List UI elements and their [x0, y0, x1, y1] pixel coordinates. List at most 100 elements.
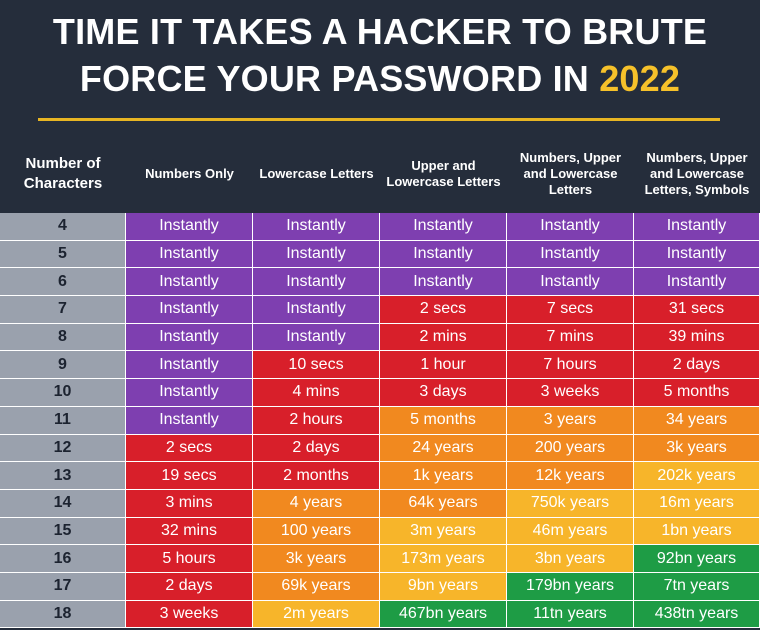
time-cell: Instantly	[634, 213, 760, 241]
title-year: 2022	[599, 58, 681, 99]
table-row: 15 32 mins 100 years 3m years 46m years 1bn y…	[0, 517, 760, 546]
time-cell: 64k years	[380, 489, 507, 518]
time-cell: 9bn years	[380, 572, 507, 601]
time-cell: 16m years	[634, 489, 760, 518]
time-cell: Instantly	[634, 268, 760, 297]
time-cell: 3 years	[507, 406, 634, 435]
table-row: 18 3 weeks 2m years 467bn years 11tn years 43…	[0, 600, 760, 629]
time-cell: 2 days	[253, 434, 380, 463]
time-cell: 4 years	[253, 489, 380, 518]
time-cell: Instantly	[253, 240, 380, 269]
title-divider	[38, 118, 720, 121]
character-count-cell: 13	[0, 462, 126, 490]
time-cell: 1bn years	[634, 517, 760, 546]
time-cell: 5 months	[380, 406, 507, 435]
header-lowercase-letters: Lowercase Letters	[259, 166, 374, 181]
table-row: 5 Instantly Instantly Instantly Instantly Ins…	[0, 240, 760, 269]
time-cell: 10 secs	[253, 351, 380, 380]
time-cell: 2 days	[634, 351, 760, 380]
time-cell: 46m years	[507, 517, 634, 546]
character-count-cell: 5	[0, 240, 126, 269]
page-title-line-1: TIME IT TAKES A HACKER TO BRUTE	[52, 11, 708, 52]
header-numbers-only: Numbers Only	[145, 166, 234, 181]
table-row: 6 Instantly Instantly Instantly Instantly Ins…	[0, 268, 760, 297]
time-cell: 2 months	[253, 462, 380, 490]
character-count-cell: 6	[0, 268, 126, 297]
character-count-cell: 18	[0, 600, 126, 629]
time-cell: Instantly	[380, 268, 507, 297]
time-cell: 2m years	[253, 600, 380, 629]
time-cell: 12k years	[507, 462, 634, 490]
header-numbers-upper-lowercase: Numbers, Upper and Lowercase Letters	[519, 150, 622, 197]
time-cell: Instantly	[507, 240, 634, 269]
character-count-cell: 8	[0, 323, 126, 352]
time-cell: 5 months	[634, 379, 760, 407]
time-cell: Instantly	[126, 323, 253, 352]
time-cell: 467bn years	[380, 600, 507, 629]
time-cell: Instantly	[126, 240, 253, 269]
time-cell: Instantly	[126, 268, 253, 297]
time-cell: 34 years	[634, 406, 760, 435]
time-cell: Instantly	[253, 296, 380, 324]
time-cell: Instantly	[126, 351, 253, 380]
time-cell: Instantly	[253, 213, 380, 241]
character-count-cell: 17	[0, 572, 126, 601]
time-cell: 1k years	[380, 462, 507, 490]
table-row: 4 Instantly Instantly Instantly Instantly Ins…	[0, 213, 760, 241]
time-cell: 3 mins	[126, 489, 253, 518]
time-cell: Instantly	[634, 240, 760, 269]
time-cell: Instantly	[253, 323, 380, 352]
character-count-cell: 15	[0, 517, 126, 546]
time-cell: 4 mins	[253, 379, 380, 407]
time-cell: Instantly	[126, 379, 253, 407]
brute-force-table: 4 Instantly Instantly Instantly Instantly Ins…	[0, 213, 760, 629]
time-cell: 100 years	[253, 517, 380, 546]
time-cell: 24 years	[380, 434, 507, 463]
time-cell: 11tn years	[507, 600, 634, 629]
table-header: Number of Characters Numbers Only Lowerc…	[0, 138, 760, 210]
character-count-cell: 9	[0, 351, 126, 380]
table-row: 11 Instantly 2 hours 5 months 3 years 34 year…	[0, 406, 760, 435]
time-cell: 3m years	[380, 517, 507, 546]
time-cell: 2 secs	[126, 434, 253, 463]
time-cell: Instantly	[507, 213, 634, 241]
header-numbers-upper-lowercase-symbols: Numbers, Upper and Lowercase Letters, Sy…	[644, 150, 750, 197]
time-cell: Instantly	[507, 268, 634, 297]
time-cell: 2 days	[126, 572, 253, 601]
character-count-cell: 11	[0, 406, 126, 435]
time-cell: 7 secs	[507, 296, 634, 324]
table-row: 13 19 secs 2 months 1k years 12k years 202k y…	[0, 462, 760, 490]
time-cell: Instantly	[380, 213, 507, 241]
title-prefix: FORCE YOUR PASSWORD IN	[79, 58, 600, 99]
time-cell: 5 hours	[126, 545, 253, 573]
time-cell: 1 hour	[380, 351, 507, 380]
time-cell: 179bn years	[507, 572, 634, 601]
table-row: 10 Instantly 4 mins 3 days 3 weeks 5 months	[0, 379, 760, 407]
table-row: 12 2 secs 2 days 24 years 200 years 3k years	[0, 434, 760, 463]
character-count-cell: 4	[0, 213, 126, 241]
time-cell: 3k years	[634, 434, 760, 463]
header-number-of-characters: Number of Characters	[23, 155, 103, 192]
time-cell: 202k years	[634, 462, 760, 490]
time-cell: 3k years	[253, 545, 380, 573]
time-cell: 39 mins	[634, 323, 760, 352]
table-row: 9 Instantly 10 secs 1 hour 7 hours 2 days	[0, 351, 760, 380]
table-row: 7 Instantly Instantly 2 secs 7 secs 31 secs	[0, 296, 760, 324]
header-upper-and-lowercase: Upper and Lowercase Letters	[386, 158, 501, 189]
character-count-cell: 12	[0, 434, 126, 463]
table-body: 4 Instantly Instantly Instantly Instantly Ins…	[0, 213, 760, 629]
time-cell: Instantly	[126, 296, 253, 324]
time-cell: 7tn years	[634, 572, 760, 601]
time-cell: 32 mins	[126, 517, 253, 546]
table-row: 14 3 mins 4 years 64k years 750k years 16m ye…	[0, 489, 760, 518]
time-cell: 3 days	[380, 379, 507, 407]
time-cell: 438tn years	[634, 600, 760, 629]
time-cell: 7 hours	[507, 351, 634, 380]
time-cell: Instantly	[126, 213, 253, 241]
character-count-cell: 14	[0, 489, 126, 518]
time-cell: 2 hours	[253, 406, 380, 435]
time-cell: 3 weeks	[126, 600, 253, 629]
time-cell: 750k years	[507, 489, 634, 518]
time-cell: 173m years	[380, 545, 507, 573]
time-cell: 92bn years	[634, 545, 760, 573]
